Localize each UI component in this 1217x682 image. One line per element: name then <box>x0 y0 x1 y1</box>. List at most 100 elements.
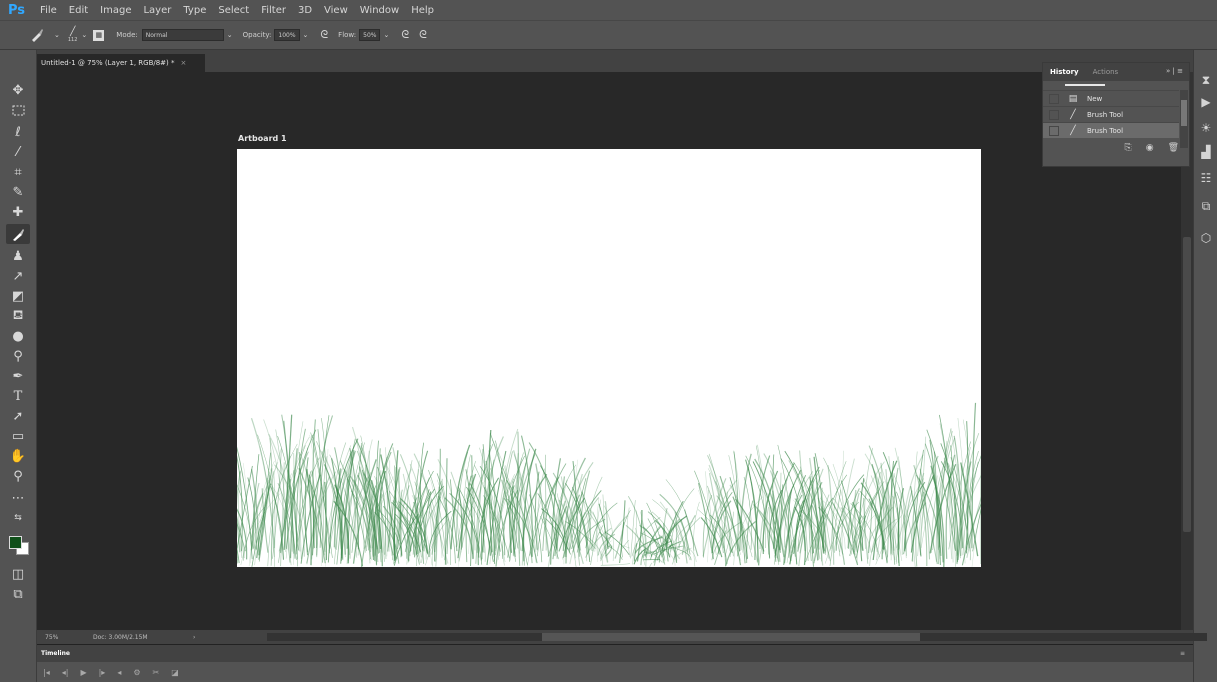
history-footer: ⎘ ◉ 🗑 <box>1043 138 1189 158</box>
history-item-selected[interactable]: ╱ Brush Tool <box>1043 122 1179 138</box>
rectangle-tool-icon[interactable]: ▭ <box>6 426 30 446</box>
mode-chevron-icon[interactable]: ⌄ <box>227 31 233 39</box>
menu-image[interactable]: Image <box>94 5 137 16</box>
tab-actions[interactable]: Actions <box>1086 68 1126 76</box>
pen-tool-icon[interactable]: ✒ <box>6 366 30 386</box>
grass-stroke <box>600 563 631 566</box>
zoom-tool-icon[interactable]: ⚲ <box>6 466 30 486</box>
mode-label: Mode: <box>116 31 138 39</box>
grass-stroke <box>437 458 460 549</box>
horizontal-scroll-thumb[interactable] <box>542 633 920 641</box>
close-tab-icon[interactable]: × <box>181 59 187 67</box>
next-frame-icon[interactable]: |▸ <box>99 668 106 677</box>
hand-tool-icon[interactable]: ✋ <box>6 446 30 466</box>
menu-edit[interactable]: Edit <box>63 5 94 16</box>
trash-icon[interactable]: 🗑 <box>1168 143 1179 153</box>
actions-panel-icon[interactable]: ▶ <box>1194 92 1217 112</box>
pressure-size-icon[interactable]: ᘓ <box>419 28 427 42</box>
type-tool-icon[interactable]: T <box>6 386 30 406</box>
brush-size-chevron-icon[interactable]: ⌄ <box>81 31 87 39</box>
split-scissors-icon[interactable]: ✂ <box>153 668 160 677</box>
history-brush-tool-icon[interactable]: ↗ <box>6 266 30 286</box>
swatches-panel-icon[interactable]: ☷ <box>1194 168 1217 188</box>
previous-frame-icon[interactable]: ◂| <box>62 668 69 677</box>
flow-control: Flow: 50% ⌄ <box>338 29 389 41</box>
menu-view[interactable]: View <box>318 5 354 16</box>
history-item-label: Brush Tool <box>1087 110 1124 119</box>
brush-size-preview[interactable]: ╱ 112 <box>68 27 78 43</box>
play-icon[interactable]: ▶ <box>80 668 86 677</box>
foreground-color-swatch[interactable] <box>9 536 22 549</box>
more-tools-icon[interactable]: ⋯ <box>6 488 30 508</box>
flow-label: Flow: <box>338 31 357 39</box>
menu-help[interactable]: Help <box>405 5 440 16</box>
screen-mode-icon[interactable]: ⧉ <box>6 584 30 604</box>
panel-menu-icon[interactable]: » | ≡ <box>1166 67 1183 75</box>
path-selection-tool-icon[interactable]: ➚ <box>6 406 30 426</box>
3d-panel-icon[interactable]: ⬡ <box>1194 228 1217 248</box>
brush-tool-icon[interactable] <box>6 224 30 244</box>
history-item[interactable]: ╱ Brush Tool <box>1043 106 1179 122</box>
tab-history[interactable]: History <box>1043 68 1086 76</box>
first-frame-icon[interactable]: |◂ <box>43 668 50 677</box>
settings-gear-icon[interactable]: ⚙ <box>133 668 140 677</box>
menu-window[interactable]: Window <box>354 5 405 16</box>
camera-snapshot-icon[interactable]: ◉ <box>1146 143 1154 153</box>
layers-panel-icon[interactable]: ⧉ <box>1194 196 1217 216</box>
menu-file[interactable]: File <box>34 5 63 16</box>
swap-colors-icon[interactable]: ⇆ <box>6 508 30 528</box>
timeline-title[interactable]: Timeline <box>41 650 70 657</box>
new-document-from-state-icon[interactable]: ⎘ <box>1125 143 1132 153</box>
history-scrollbar[interactable] <box>1180 90 1188 148</box>
history-item[interactable]: ▤ New <box>1043 90 1179 106</box>
audio-icon[interactable]: ◂ <box>117 668 121 677</box>
menu-layer[interactable]: Layer <box>137 5 177 16</box>
flow-chevron-icon[interactable]: ⌄ <box>383 31 389 39</box>
adjustments-panel-icon[interactable]: ☀ <box>1194 118 1217 138</box>
menu-3d[interactable]: 3D <box>292 5 318 16</box>
pressure-opacity-icon[interactable]: ᘓ <box>320 28 328 42</box>
menu-filter[interactable]: Filter <box>255 5 292 16</box>
status-menu-arrow[interactable]: › <box>193 634 195 641</box>
vertical-scroll-thumb[interactable] <box>1183 237 1191 532</box>
opacity-input[interactable]: 100% <box>274 29 300 41</box>
menu-type[interactable]: Type <box>177 5 212 16</box>
mode-select[interactable]: Normal <box>141 29 224 41</box>
brush-panel-toggle-icon[interactable]: ▦ <box>93 29 105 41</box>
healing-brush-tool-icon[interactable]: ✚ <box>6 202 30 222</box>
move-tool-icon[interactable]: ✥ <box>6 80 30 100</box>
history-snapshot[interactable] <box>1043 81 1189 90</box>
brush-picker-chevron-icon[interactable]: ⌄ <box>54 31 60 39</box>
artboard-canvas[interactable] <box>237 149 981 567</box>
airbrush-icon[interactable]: ᘓ <box>401 28 409 42</box>
horizontal-scrollbar[interactable] <box>267 633 1207 641</box>
opacity-chevron-icon[interactable]: ⌄ <box>303 31 309 39</box>
history-panel-icon[interactable]: ⧗ <box>1194 70 1217 90</box>
blur-tool-icon[interactable]: ● <box>6 326 30 346</box>
crop-tool-icon[interactable]: ⌗ <box>6 162 30 182</box>
dodge-tool-icon[interactable]: ⚲ <box>6 346 30 366</box>
clone-stamp-tool-icon[interactable]: ♟ <box>6 246 30 266</box>
histogram-panel-icon[interactable]: ▟ <box>1194 142 1217 162</box>
zoom-level[interactable]: 75% <box>45 634 93 641</box>
brush-preset-icon[interactable] <box>30 28 44 42</box>
document-tab[interactable]: Untitled-1 @ 75% (Layer 1, RGB/8#) * × <box>37 54 205 72</box>
eyedropper-tool-icon[interactable]: ✎ <box>6 182 30 202</box>
artboard-label[interactable]: Artboard 1 <box>238 134 287 143</box>
magic-wand-tool-icon[interactable]: ⁄ <box>6 142 30 162</box>
lasso-tool-icon[interactable]: ℓ <box>6 122 30 142</box>
quick-mask-icon[interactable]: ◫ <box>6 564 30 584</box>
marquee-tool-icon[interactable] <box>6 100 30 120</box>
opacity-label: Opacity: <box>242 31 272 39</box>
brush-size-stroke-icon: ╱ <box>69 27 76 37</box>
flow-input[interactable]: 50% <box>359 29 381 41</box>
history-source-checkbox[interactable] <box>1049 93 1059 104</box>
transition-icon[interactable]: ◪ <box>171 668 179 677</box>
menu-select[interactable]: Select <box>212 5 255 16</box>
history-source-checkbox[interactable] <box>1049 125 1059 136</box>
paint-bucket-tool-icon[interactable]: ⛾ <box>6 306 30 326</box>
timeline-menu-icon[interactable]: ≡ <box>1180 650 1185 657</box>
document-size-info[interactable]: Doc: 3.00M/2.15M <box>93 634 193 641</box>
eraser-tool-icon[interactable]: ◩ <box>6 286 30 306</box>
history-source-checkbox[interactable] <box>1049 109 1059 120</box>
